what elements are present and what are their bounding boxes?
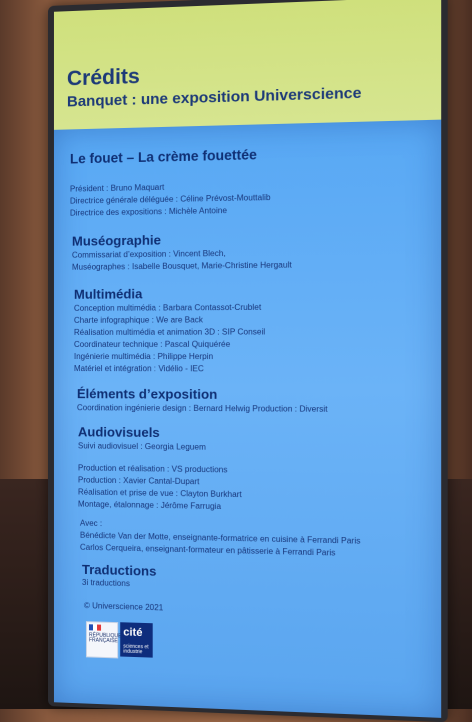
team-line: Directrice générale déléguée : Céline Pr… — [69, 192, 271, 206]
audiovisuels-line: Réalisation et prise de vue : Clayton Bu… — [77, 487, 242, 500]
audiovisuels-line: Carlos Cerqueira, enseignant-formateur e… — [79, 542, 336, 558]
team-line: Président : Bruno Maquart — [69, 182, 165, 194]
panel-title: Crédits — [66, 64, 140, 91]
republique-francaise-logo: RÉPUBLIQUE FRANÇAISE — [85, 621, 122, 659]
panel-header: Crédits Banquet : une exposition Univers… — [53, 0, 442, 130]
audiovisuels-line: Montage, étalonnage : Jérôme Farrugia — [77, 499, 222, 512]
panel-body: Le fouet – La crème fouettée Président :… — [53, 119, 442, 718]
audiovisuels-line: Production et réalisation : VS productio… — [77, 463, 228, 475]
cite-wordmark: cité — [123, 626, 143, 640]
section-title-elements: Éléments d’exposition — [76, 386, 218, 402]
multimedia-line: Matériel et intégration : Vidélio - IEC — [73, 364, 204, 374]
republique-label: RÉPUBLIQUE FRANÇAISE — [88, 632, 122, 645]
multimedia-line: Charte infographique : We are Back — [73, 315, 203, 325]
main-title: Le fouet – La crème fouettée — [69, 147, 257, 167]
elements-line: Coordination ingénierie design : Bernard… — [76, 403, 328, 414]
cite-logo: cité sciences et industrie — [120, 622, 153, 658]
multimedia-line: Coordinateur technique : Pascal Quiquéré… — [73, 339, 231, 349]
traductions-line: 3i traductions — [81, 577, 130, 589]
audiovisuels-line: Production : Xavier Cantal-Dupart — [77, 475, 200, 487]
audiovisuels-line: Suivi audiovisuel : Georgia Leguem — [77, 441, 206, 452]
section-title-multimedia: Multimédia — [73, 286, 143, 302]
cite-subtitle: sciences et industrie — [123, 643, 149, 656]
audiovisuels-line: Avec : — [79, 518, 103, 529]
multimedia-line: Ingénierie multimédia : Philippe Herpin — [73, 351, 214, 362]
flag-red — [97, 624, 102, 631]
section-title-traductions: Traductions — [81, 561, 157, 579]
team-line: Directrice des expositions : Michèle Ant… — [69, 205, 227, 218]
credits-panel: Crédits Banquet : une exposition Univers… — [48, 0, 448, 722]
multimedia-line: Conception multimédia : Barbara Contasso… — [73, 302, 262, 313]
multimedia-line: Réalisation multimédia et animation 3D :… — [73, 327, 266, 337]
museographie-line: Commissariat d’exposition : Vincent Blec… — [71, 248, 226, 260]
section-title-museographie: Muséographie — [71, 232, 161, 249]
copyright: © Universcience 2021 — [83, 601, 164, 613]
section-title-audiovisuels: Audiovisuels — [77, 424, 160, 441]
museographie-line: Muséographes : Isabelle Bousquet, Marie-… — [71, 260, 292, 272]
